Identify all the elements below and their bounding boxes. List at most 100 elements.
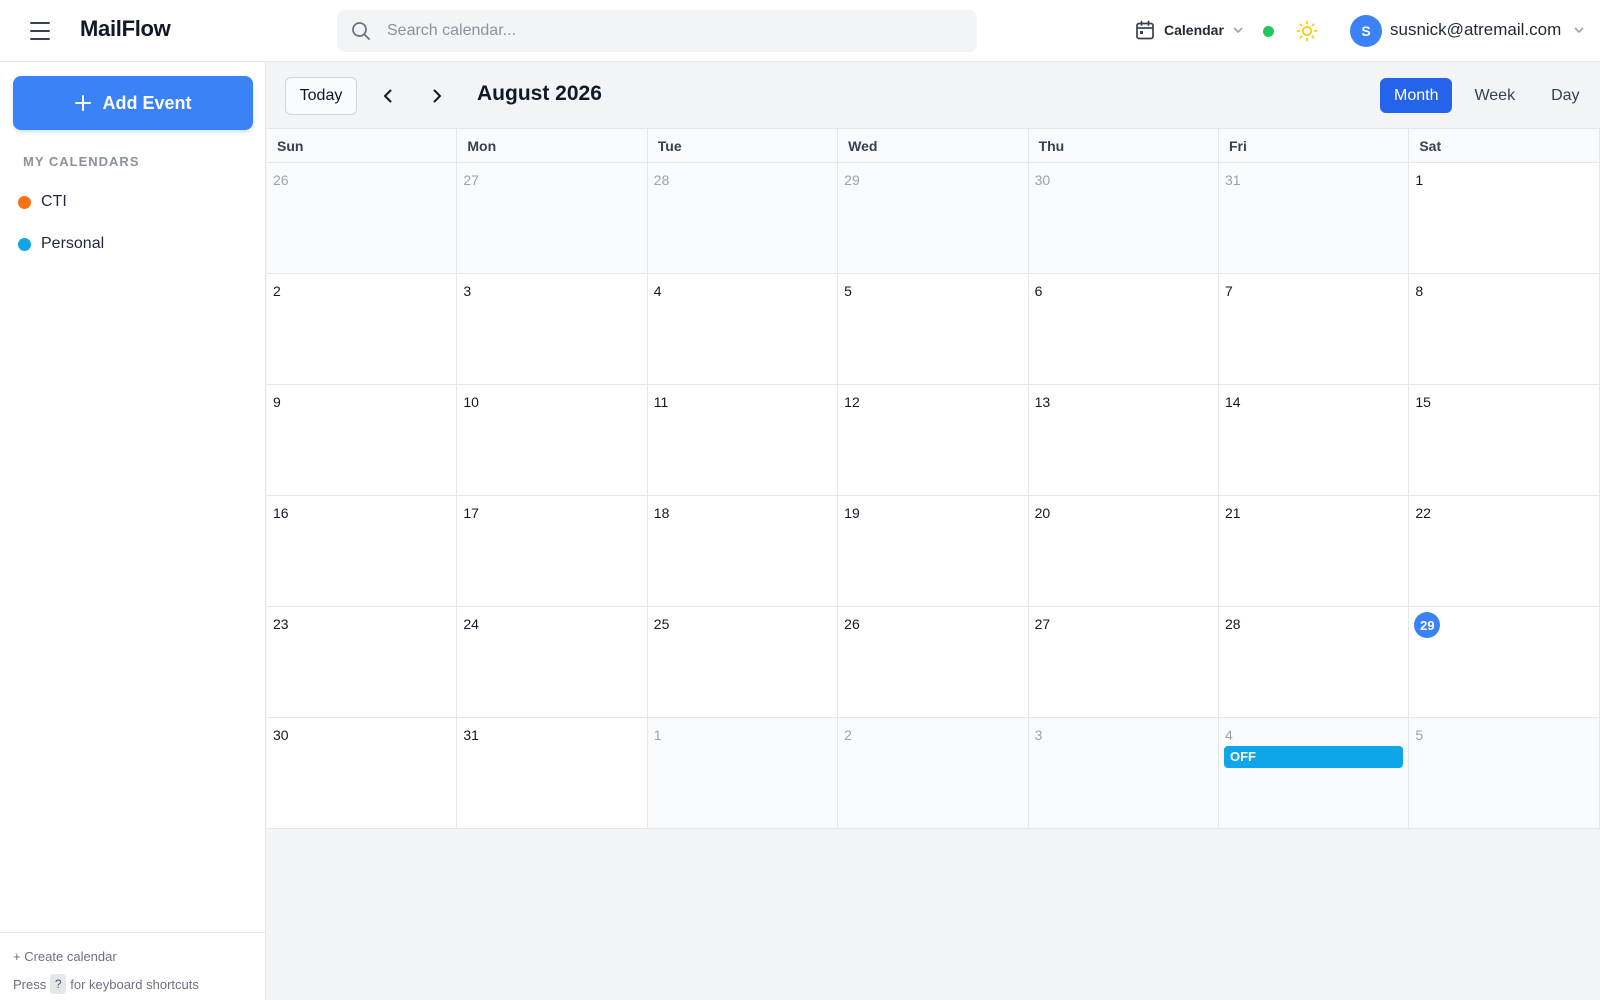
day-cell[interactable]: 26	[838, 607, 1029, 718]
day-number: 27	[1034, 616, 1051, 632]
day-cell[interactable]: 1	[647, 718, 839, 829]
day-cell[interactable]: 24	[457, 607, 648, 718]
day-cell[interactable]: 12	[838, 385, 1029, 496]
day-number: 4	[653, 283, 662, 299]
day-cell[interactable]: 25	[647, 607, 839, 718]
weekday-header: Sun Mon Tue Wed Thu Fri Sat	[267, 129, 1600, 163]
view-switcher: Month Week Day	[1380, 78, 1600, 113]
day-cell[interactable]: 30	[1028, 163, 1219, 274]
day-number: 30	[1034, 172, 1051, 188]
day-cell[interactable]: 31	[457, 718, 648, 829]
search-icon	[352, 22, 370, 40]
day-cell[interactable]: 30	[267, 718, 458, 829]
today-button[interactable]: Today	[285, 77, 357, 115]
view-month-button[interactable]: Month	[1380, 78, 1453, 113]
weekday-thu: Thu	[1029, 129, 1219, 162]
sidebar-footer: + Create calendar Press ? for keyboard s…	[0, 932, 266, 994]
chevron-right-icon	[433, 89, 441, 103]
day-cell[interactable]: 27	[1028, 607, 1219, 718]
weekday-sun: Sun	[267, 129, 458, 162]
day-cell[interactable]: 1	[1409, 163, 1600, 274]
day-number: 24	[463, 616, 479, 632]
avatar[interactable]: S	[1350, 15, 1382, 47]
sun-icon[interactable]	[1296, 20, 1318, 42]
day-cell[interactable]: 17	[457, 496, 648, 607]
calendar-color-dot	[18, 237, 31, 251]
add-event-label: Add Event	[102, 92, 192, 113]
day-cell[interactable]: 20	[1028, 496, 1219, 607]
menu-icon[interactable]	[28, 20, 52, 42]
day-cell[interactable]: 6	[1028, 274, 1219, 385]
view-week-button[interactable]: Week	[1460, 78, 1529, 113]
weekday-sat: Sat	[1409, 129, 1600, 162]
day-number: 9	[273, 394, 281, 410]
day-cell[interactable]: 11	[647, 385, 839, 496]
day-cell[interactable]: 18	[647, 496, 839, 607]
day-cell[interactable]: 5	[1409, 718, 1600, 829]
my-calendars-heading: MY CALENDARS	[23, 154, 140, 169]
day-number: 29	[1414, 612, 1441, 638]
month-title: August 2026	[477, 82, 602, 105]
day-cell[interactable]: 7	[1218, 274, 1410, 385]
day-cell-today[interactable]: 29	[1409, 607, 1600, 718]
day-cell[interactable]: 2	[267, 274, 458, 385]
next-month-button[interactable]	[424, 83, 450, 109]
weekday-mon: Mon	[457, 129, 648, 162]
search-input[interactable]	[387, 10, 957, 52]
day-cell[interactable]: 29	[838, 163, 1029, 274]
calendar-item-cti[interactable]: CTI	[18, 187, 67, 217]
day-cell[interactable]: 15	[1409, 385, 1600, 496]
day-number: 4	[1224, 727, 1233, 743]
day-number: 7	[1224, 283, 1233, 299]
create-calendar-link[interactable]: + Create calendar	[13, 949, 253, 964]
day-number: 19	[844, 505, 860, 521]
day-cell[interactable]: 21	[1218, 496, 1410, 607]
account-menu[interactable]: susnick@atremail.com	[1390, 20, 1585, 40]
day-cell[interactable]: 31	[1218, 163, 1410, 274]
day-number: 23	[273, 616, 289, 632]
day-cell[interactable]: 3	[457, 274, 648, 385]
day-cell[interactable]: 10	[457, 385, 648, 496]
day-number: 11	[653, 394, 669, 410]
day-cell[interactable]: 2	[838, 718, 1029, 829]
event-chip[interactable]: OFF	[1223, 746, 1404, 768]
calendar-item-personal[interactable]: Personal	[18, 229, 104, 259]
day-cell[interactable]: 23	[267, 607, 458, 718]
app-switcher-label: Calendar	[1164, 22, 1224, 38]
day-cell[interactable]: 28	[647, 163, 839, 274]
online-status-dot	[1263, 26, 1274, 37]
day-cell[interactable]: 4	[647, 274, 839, 385]
day-number: 15	[1415, 394, 1431, 410]
day-cell[interactable]: 26	[267, 163, 458, 274]
previous-month-button[interactable]	[375, 83, 401, 109]
day-number: 28	[1224, 616, 1241, 632]
add-event-button[interactable]: Add Event	[13, 76, 253, 130]
day-number: 5	[844, 283, 852, 299]
day-cell[interactable]: 4 OFF	[1218, 718, 1410, 829]
day-cell[interactable]: 22	[1409, 496, 1600, 607]
day-number: 3	[463, 283, 472, 299]
day-cell[interactable]: 13	[1028, 385, 1219, 496]
app-name: MailFlow	[80, 16, 171, 41]
shortcut-suffix: for keyboard shortcuts	[70, 976, 199, 992]
day-number: 12	[844, 394, 860, 410]
day-cell[interactable]: 9	[267, 385, 458, 496]
day-number: 17	[463, 505, 479, 521]
month-grid: Sun Mon Tue Wed Thu Fri Sat 26 27 28 29 30 31 1 2 3 4 5 6…	[267, 128, 1600, 829]
day-cell[interactable]: 28	[1218, 607, 1410, 718]
view-day-button[interactable]: Day	[1537, 78, 1593, 113]
day-cell[interactable]: 14	[1218, 385, 1410, 496]
day-number: 13	[1034, 394, 1051, 410]
day-number: 3	[1034, 727, 1043, 743]
day-cell[interactable]: 8	[1409, 274, 1600, 385]
shortcut-key[interactable]: ?	[50, 974, 67, 994]
day-cell[interactable]: 16	[267, 496, 458, 607]
calendar-item-label: CTI	[41, 193, 67, 210]
day-cell[interactable]: 27	[457, 163, 648, 274]
day-number: 14	[1224, 394, 1241, 410]
day-cell[interactable]: 5	[838, 274, 1029, 385]
calendar-toolbar: Today August 2026 Month Week Day	[267, 62, 1600, 128]
app-switcher[interactable]: Calendar	[1134, 19, 1244, 41]
day-cell[interactable]: 19	[838, 496, 1029, 607]
day-cell[interactable]: 3	[1028, 718, 1219, 829]
